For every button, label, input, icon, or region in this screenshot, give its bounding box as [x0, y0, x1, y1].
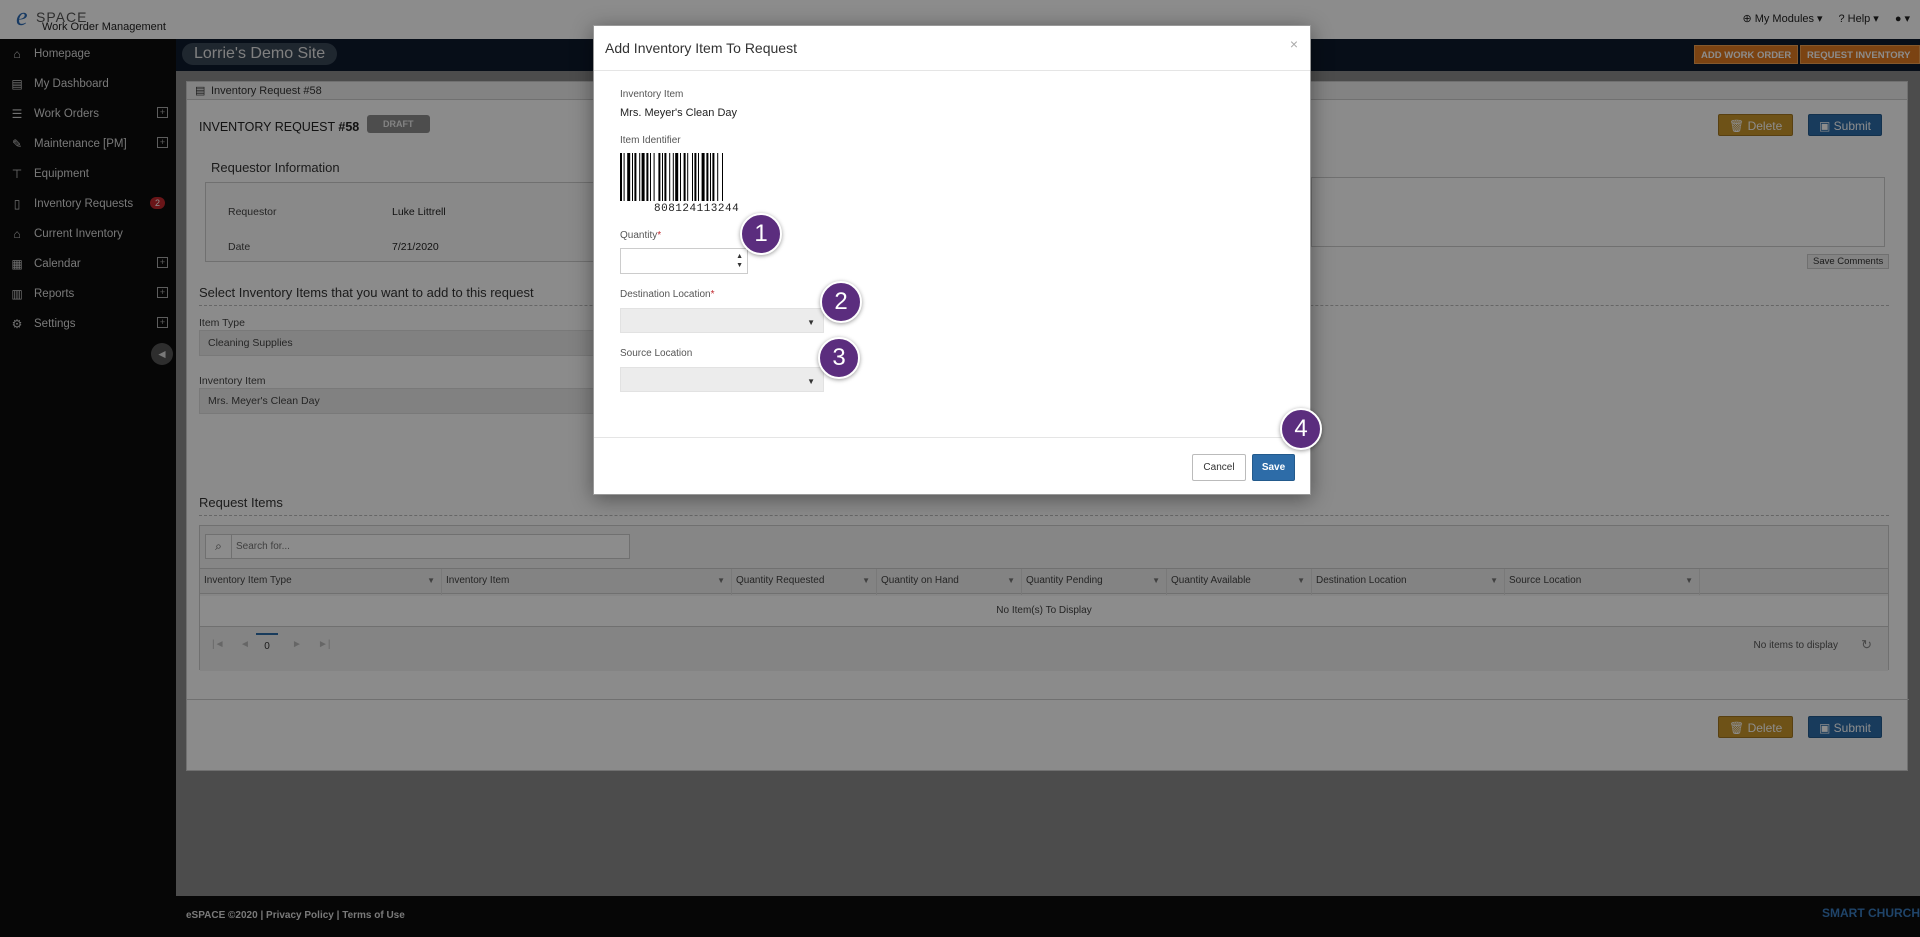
barcode-number: 808124113244 — [654, 203, 740, 215]
spinner-arrows[interactable]: ▲ ▼ — [736, 252, 743, 270]
step-marker-1: 1 — [740, 213, 782, 255]
caret-down-icon: ▼ — [807, 318, 815, 327]
source-label: Source Location — [620, 348, 693, 359]
step-marker-4: 4 — [1280, 408, 1322, 450]
quantity-label: Quantity* — [620, 230, 661, 241]
step-marker-3: 3 — [818, 337, 860, 379]
spin-up-icon[interactable]: ▲ — [736, 252, 743, 261]
quantity-stepper[interactable]: ▲ ▼ — [620, 248, 748, 274]
add-inventory-item-modal: Add Inventory Item To Request × Inventor… — [593, 25, 1311, 495]
destination-label: Destination Location* — [620, 289, 715, 300]
destination-location-select[interactable]: ▼ — [620, 308, 824, 333]
modal-title: Add Inventory Item To Request — [605, 40, 797, 56]
caret-down-icon: ▼ — [807, 377, 815, 386]
save-button[interactable]: Save — [1252, 454, 1295, 481]
item-identifier-label: Item Identifier — [620, 135, 681, 146]
modal-footer: Cancel Save — [594, 437, 1310, 495]
step-marker-2: 2 — [820, 281, 862, 323]
barcode-image — [620, 153, 723, 201]
inventory-item-label: Inventory Item — [620, 89, 684, 100]
quantity-label-text: Quantity — [620, 230, 658, 241]
modal-header: Add Inventory Item To Request × — [594, 26, 1310, 71]
cancel-button[interactable]: Cancel — [1192, 454, 1246, 481]
source-location-select[interactable]: ▼ — [620, 367, 824, 392]
close-icon[interactable]: × — [1290, 36, 1298, 52]
required-mark: * — [710, 289, 715, 300]
destination-label-text: Destination Location — [620, 289, 711, 300]
required-mark: * — [657, 230, 662, 241]
spin-down-icon[interactable]: ▼ — [736, 261, 743, 270]
inventory-item-value: Mrs. Meyer's Clean Day — [620, 107, 738, 119]
